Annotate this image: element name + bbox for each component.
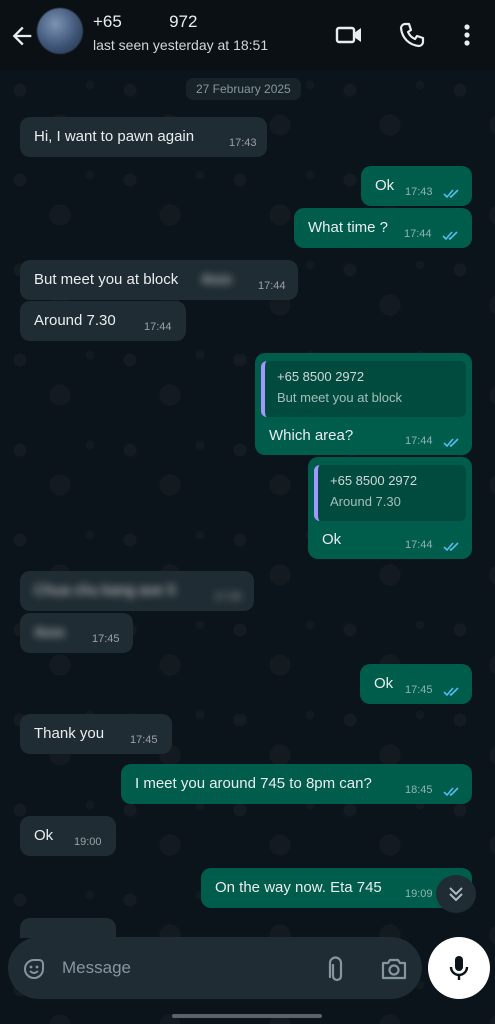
mic-icon <box>449 956 469 980</box>
message-time: 17:45 <box>130 734 158 746</box>
message-time: 17:45 <box>405 684 433 696</box>
message-time: 19:09 <box>405 888 433 900</box>
message-time: 17:44 <box>258 280 286 292</box>
attach-icon[interactable] <box>322 955 348 983</box>
message-incoming[interactable]: Hi, I want to pawn again 17:43 <box>20 117 267 157</box>
message-text: Ok <box>322 531 342 548</box>
read-ticks-icon <box>443 542 459 552</box>
date-separator: 27 February 2025 <box>186 78 301 100</box>
read-ticks-icon <box>443 687 459 697</box>
voice-record-button[interactable] <box>428 937 490 999</box>
message-incoming[interactable]: Chua chu kang ave 5 17:45 <box>20 571 254 611</box>
message-outgoing-reply[interactable]: +65 8500 2972 But meet you at block Whic… <box>255 353 472 455</box>
message-time: 18:45 <box>405 784 433 796</box>
quote-author: +65 8500 2972 <box>330 473 418 488</box>
message-text: Ok <box>374 675 394 692</box>
double-chevron-down-icon <box>449 887 463 902</box>
message-text: I meet you around 745 to 8pm can? <box>135 775 372 792</box>
message-outgoing[interactable]: On the way now. Eta 745 19:09 <box>201 868 472 908</box>
message-time: 17:45 <box>214 591 242 603</box>
message-composer[interactable]: Message <box>8 937 422 999</box>
chat-area[interactable]: 27 February 2025 Hi, I want to pawn agai… <box>0 70 495 1024</box>
scroll-to-bottom-button[interactable] <box>436 875 476 913</box>
message-outgoing[interactable]: What time ? 17:44 <box>294 208 472 248</box>
message-time: 17:43 <box>405 186 433 198</box>
message-time: 17:45 <box>92 633 120 645</box>
message-text: 4xxx <box>34 624 65 641</box>
message-outgoing-reply[interactable]: +65 8500 2972 Around 7.30 Ok 17:44 <box>308 457 472 559</box>
message-incoming-partial[interactable] <box>20 918 116 938</box>
chat-header: +65 972 last seen yesterday at 18:51 <box>0 0 495 70</box>
home-indicator <box>172 1014 322 1018</box>
message-incoming[interactable]: Ok 19:00 <box>20 816 116 856</box>
camera-icon[interactable] <box>380 956 408 982</box>
voice-call-icon[interactable] <box>397 20 427 50</box>
message-text: Ok <box>34 827 54 844</box>
redacted-text: 4xxx <box>201 271 232 288</box>
message-incoming[interactable]: 4xxx 17:45 <box>20 613 133 653</box>
message-text: What time ? <box>308 219 389 236</box>
more-options-icon[interactable] <box>452 20 482 50</box>
message-text: Ok <box>375 177 395 194</box>
read-ticks-icon <box>443 438 459 448</box>
message-outgoing[interactable]: Ok 17:45 <box>360 664 472 704</box>
message-text: On the way now. Eta 745 <box>215 879 382 896</box>
message-text: Hi, I want to pawn again <box>34 128 195 145</box>
quote-text: But meet you at block <box>277 390 403 405</box>
read-ticks-icon <box>442 231 458 241</box>
message-text: Thank you <box>34 725 105 742</box>
quoted-message[interactable]: +65 8500 2972 Around 7.30 <box>314 465 466 521</box>
quoted-message[interactable]: +65 8500 2972 But meet you at block <box>261 361 466 417</box>
message-time: 17:44 <box>405 435 433 447</box>
contact-name[interactable]: +65 972 <box>93 12 197 32</box>
avatar[interactable] <box>37 8 83 54</box>
back-arrow-icon[interactable] <box>8 22 36 50</box>
message-incoming[interactable]: Thank you 17:45 <box>20 714 172 754</box>
read-ticks-icon <box>443 787 459 797</box>
message-text: Chua chu kang ave 5 <box>34 582 176 599</box>
contact-status[interactable]: last seen yesterday at 18:51 <box>93 37 268 53</box>
message-outgoing[interactable]: I meet you around 745 to 8pm can? 18:45 <box>121 764 472 804</box>
quote-text: Around 7.30 <box>330 494 401 509</box>
message-text: Which area? <box>269 427 354 444</box>
sticker-icon[interactable] <box>21 956 47 982</box>
message-incoming[interactable]: But meet you at block 4xxx 17:44 <box>20 260 298 300</box>
message-incoming[interactable]: Around 7.30 17:44 <box>20 301 186 341</box>
quote-author: +65 8500 2972 <box>277 369 365 384</box>
message-text: But meet you at block <box>34 271 179 288</box>
message-input[interactable]: Message <box>62 958 131 978</box>
message-time: 17:43 <box>229 137 257 149</box>
message-time: 17:44 <box>404 228 432 240</box>
message-time: 17:44 <box>144 321 172 333</box>
read-ticks-icon <box>443 189 459 199</box>
message-outgoing[interactable]: Ok 17:43 <box>361 166 472 206</box>
message-text: Around 7.30 <box>34 312 116 329</box>
message-time: 17:44 <box>405 539 433 551</box>
video-call-icon[interactable] <box>334 20 364 50</box>
message-time: 19:00 <box>74 836 102 848</box>
